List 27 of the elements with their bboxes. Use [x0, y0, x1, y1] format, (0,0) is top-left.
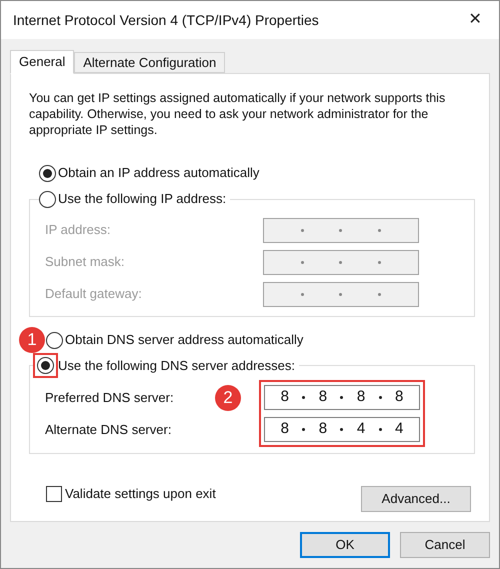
radio-label: Obtain an IP address automatically: [58, 164, 260, 182]
tab[interactable]: Alternate Configuration: [74, 52, 226, 73]
ip-address-field[interactable]: 8 8 4 4: [264, 417, 420, 442]
ip-address-field[interactable]: 8 8 8 8: [264, 385, 420, 410]
field-label: Alternate DNS server:: [45, 420, 172, 439]
checkbox-label: Validate settings upon exit: [65, 485, 216, 504]
dialog-button[interactable]: Cancel: [400, 532, 490, 558]
field-label: IP address:: [45, 221, 112, 240]
radio-button[interactable]: [46, 332, 63, 348]
window-title: Internet Protocol Version 4 (TCP/IPv4) Properties: [13, 10, 319, 30]
field-label: Preferred DNS server:: [45, 388, 175, 407]
radio-label: Use the following IP address:: [58, 190, 226, 208]
description-text: You can get IP settings assigned automatically if your network supports this capability. Otherwise, you need to ask your network administrator for the appropriate IP settings.: [29, 90, 446, 138]
step-callout: 2: [215, 384, 241, 410]
checkbox[interactable]: [46, 486, 62, 502]
radio-button[interactable]: [39, 190, 56, 208]
close-button[interactable]: ✕: [463, 8, 487, 32]
step-callout: 1: [19, 327, 45, 353]
advanced-button[interactable]: Advanced...: [361, 486, 471, 512]
radio-button[interactable]: [39, 164, 56, 182]
radio-label: Use the following DNS server addresses:: [58, 356, 295, 375]
radio-button[interactable]: [37, 357, 54, 374]
radio-label: Obtain DNS server address automatically: [65, 331, 304, 350]
field-label: Subnet mask:: [45, 253, 126, 272]
dialog-button[interactable]: OK: [300, 532, 390, 558]
field-label: Default gateway:: [45, 285, 143, 304]
tab[interactable]: General: [10, 50, 74, 74]
